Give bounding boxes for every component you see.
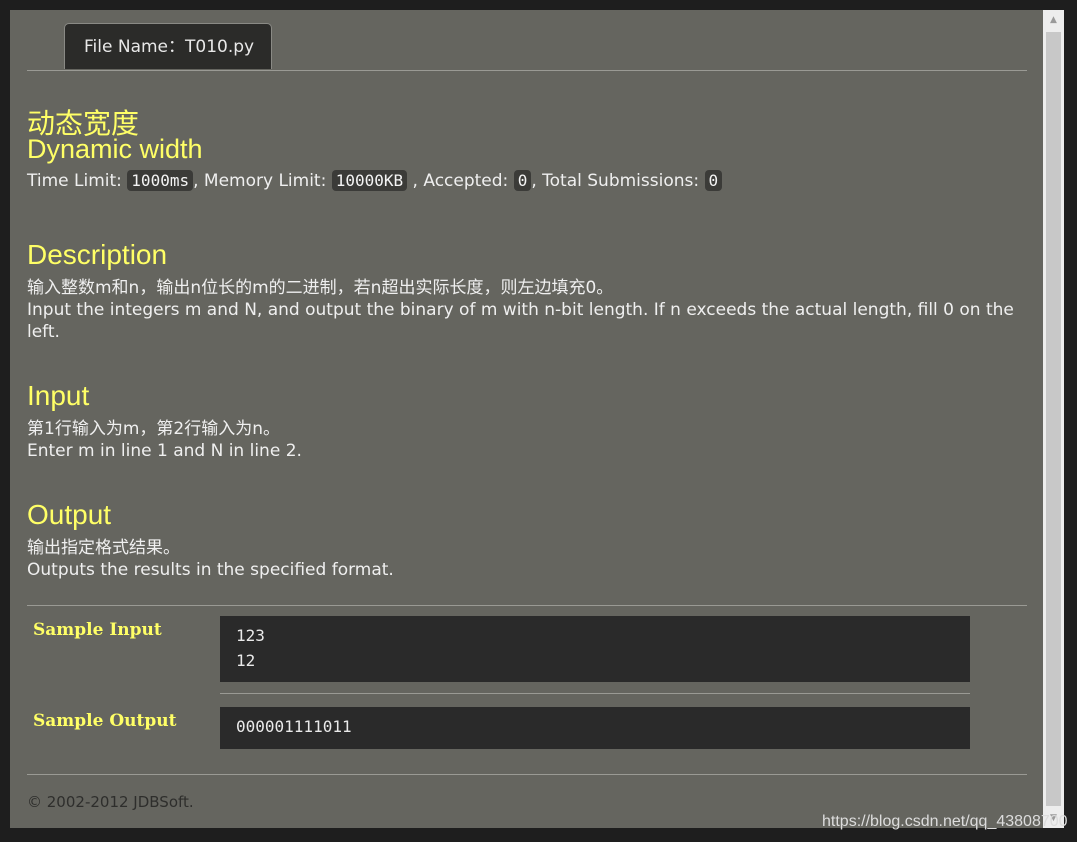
footer-copyright: © 2002-2012 JDBSoft. — [27, 793, 194, 811]
watermark-url: https://blog.csdn.net/qq_43808700 — [822, 813, 1068, 830]
description-text-cn: 输入整数m和n，输出n位长的m的二进制，若n超出实际长度，则左边填充0。 — [27, 278, 614, 298]
memory-limit-value: 10000KB — [331, 170, 408, 191]
description-title: Description — [27, 239, 168, 270]
accepted-value: 0 — [513, 170, 532, 191]
file-name-label: File Name：T010.py — [84, 37, 255, 57]
input-text-cn: 第1行输入为m，第2行输入为n。 — [27, 419, 280, 439]
input-title: Input — [27, 380, 90, 411]
sample-input-box[interactable]: 123 12 — [220, 616, 970, 682]
time-limit-label: Time Limit: — [27, 171, 128, 191]
description-text-en: Input the integers m and N, and output t… — [27, 300, 1014, 342]
problem-window: File Name：T010.py 动态宽度 Dynamic width Tim… — [10, 10, 1043, 828]
output-text-en: Outputs the results in the specified for… — [27, 560, 394, 580]
scroll-up-arrow-icon[interactable]: ▲ — [1043, 10, 1064, 30]
output-title: Output — [27, 499, 112, 530]
memory-limit-label: , Memory Limit: — [193, 171, 332, 191]
title-en: Dynamic width — [27, 134, 203, 164]
sample-separator — [220, 693, 970, 694]
footer-divider — [27, 774, 1027, 775]
samples-divider — [27, 605, 1027, 606]
time-limit-value: 1000ms — [127, 170, 194, 191]
accepted-label: , Accepted: — [407, 171, 514, 191]
vertical-scrollbar[interactable]: ▲ ▼ — [1043, 10, 1064, 828]
sample-input-label: Sample Input — [33, 620, 162, 640]
output-text-cn: 输出指定格式结果。 — [27, 538, 180, 558]
tab-divider — [27, 70, 1027, 71]
sample-output-box[interactable]: 000001111011 — [220, 707, 970, 749]
file-name-tab[interactable]: File Name：T010.py — [64, 23, 272, 69]
limits-line: Time Limit: 1000ms, Memory Limit: 10000K… — [27, 170, 723, 191]
scroll-thumb[interactable] — [1046, 32, 1061, 806]
total-value: 0 — [704, 170, 723, 191]
input-text-en: Enter m in line 1 and N in line 2. — [27, 441, 302, 461]
total-label: , Total Submissions: — [531, 171, 705, 191]
sample-output-label: Sample Output — [33, 711, 177, 731]
